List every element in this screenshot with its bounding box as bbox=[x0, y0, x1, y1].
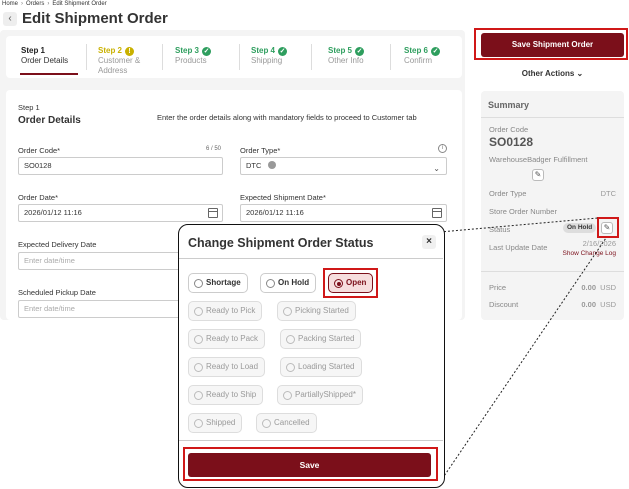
modal-title: Change Shipment Order Status bbox=[188, 236, 374, 250]
status-option-ready-to-pack: Ready to Pack bbox=[188, 329, 266, 349]
divider bbox=[179, 440, 443, 441]
status-option-label: Ready to Pick bbox=[206, 306, 256, 315]
status-option-label: Ready to Ship bbox=[206, 390, 257, 399]
status-option-packing-started: Packing Started bbox=[280, 329, 362, 349]
status-option-label: PartiallyShipped* bbox=[295, 390, 356, 399]
status-option-label: Ready to Load bbox=[206, 362, 259, 371]
status-option-shipped: Shipped bbox=[188, 413, 243, 433]
status-option-label: Cancelled bbox=[274, 418, 310, 427]
status-option-partially-shipped: PartiallyShipped* bbox=[277, 385, 363, 405]
radio-icon bbox=[283, 391, 292, 400]
radio-icon bbox=[266, 279, 275, 288]
radio-icon bbox=[194, 391, 203, 400]
radio-icon bbox=[194, 307, 203, 316]
close-icon[interactable]: × bbox=[422, 235, 436, 249]
status-option-label: Ready to Pack bbox=[206, 334, 259, 343]
radio-icon bbox=[286, 363, 295, 372]
status-option-shortage[interactable]: Shortage bbox=[188, 273, 248, 293]
radio-icon bbox=[194, 279, 203, 288]
radio-icon bbox=[194, 363, 203, 372]
radio-icon bbox=[262, 419, 271, 428]
radio-icon bbox=[283, 307, 292, 316]
status-option-ready-to-ship: Ready to Ship bbox=[188, 385, 264, 405]
radio-icon bbox=[194, 419, 203, 428]
status-option-label: Loading Started bbox=[298, 362, 355, 371]
status-option-loading-started: Loading Started bbox=[280, 357, 362, 377]
radio-icon bbox=[286, 335, 295, 344]
status-option-cancelled: Cancelled bbox=[256, 413, 317, 433]
highlight-box bbox=[323, 268, 378, 298]
change-status-modal: Change Shipment Order Status × Shortage … bbox=[178, 224, 445, 488]
status-option-label: Shortage bbox=[206, 278, 241, 287]
divider bbox=[179, 258, 443, 259]
status-option-label: On Hold bbox=[278, 278, 310, 287]
radio-icon bbox=[194, 335, 203, 344]
status-option-label: Picking Started bbox=[295, 306, 349, 315]
status-option-label: Packing Started bbox=[298, 334, 355, 343]
status-option-label: Shipped bbox=[206, 418, 236, 427]
highlight-box bbox=[183, 447, 438, 481]
status-option-ready-to-pick: Ready to Pick bbox=[188, 301, 263, 321]
status-option-picking-started: Picking Started bbox=[277, 301, 356, 321]
status-option-on-hold[interactable]: On Hold bbox=[260, 273, 317, 293]
status-option-ready-to-load: Ready to Load bbox=[188, 357, 266, 377]
